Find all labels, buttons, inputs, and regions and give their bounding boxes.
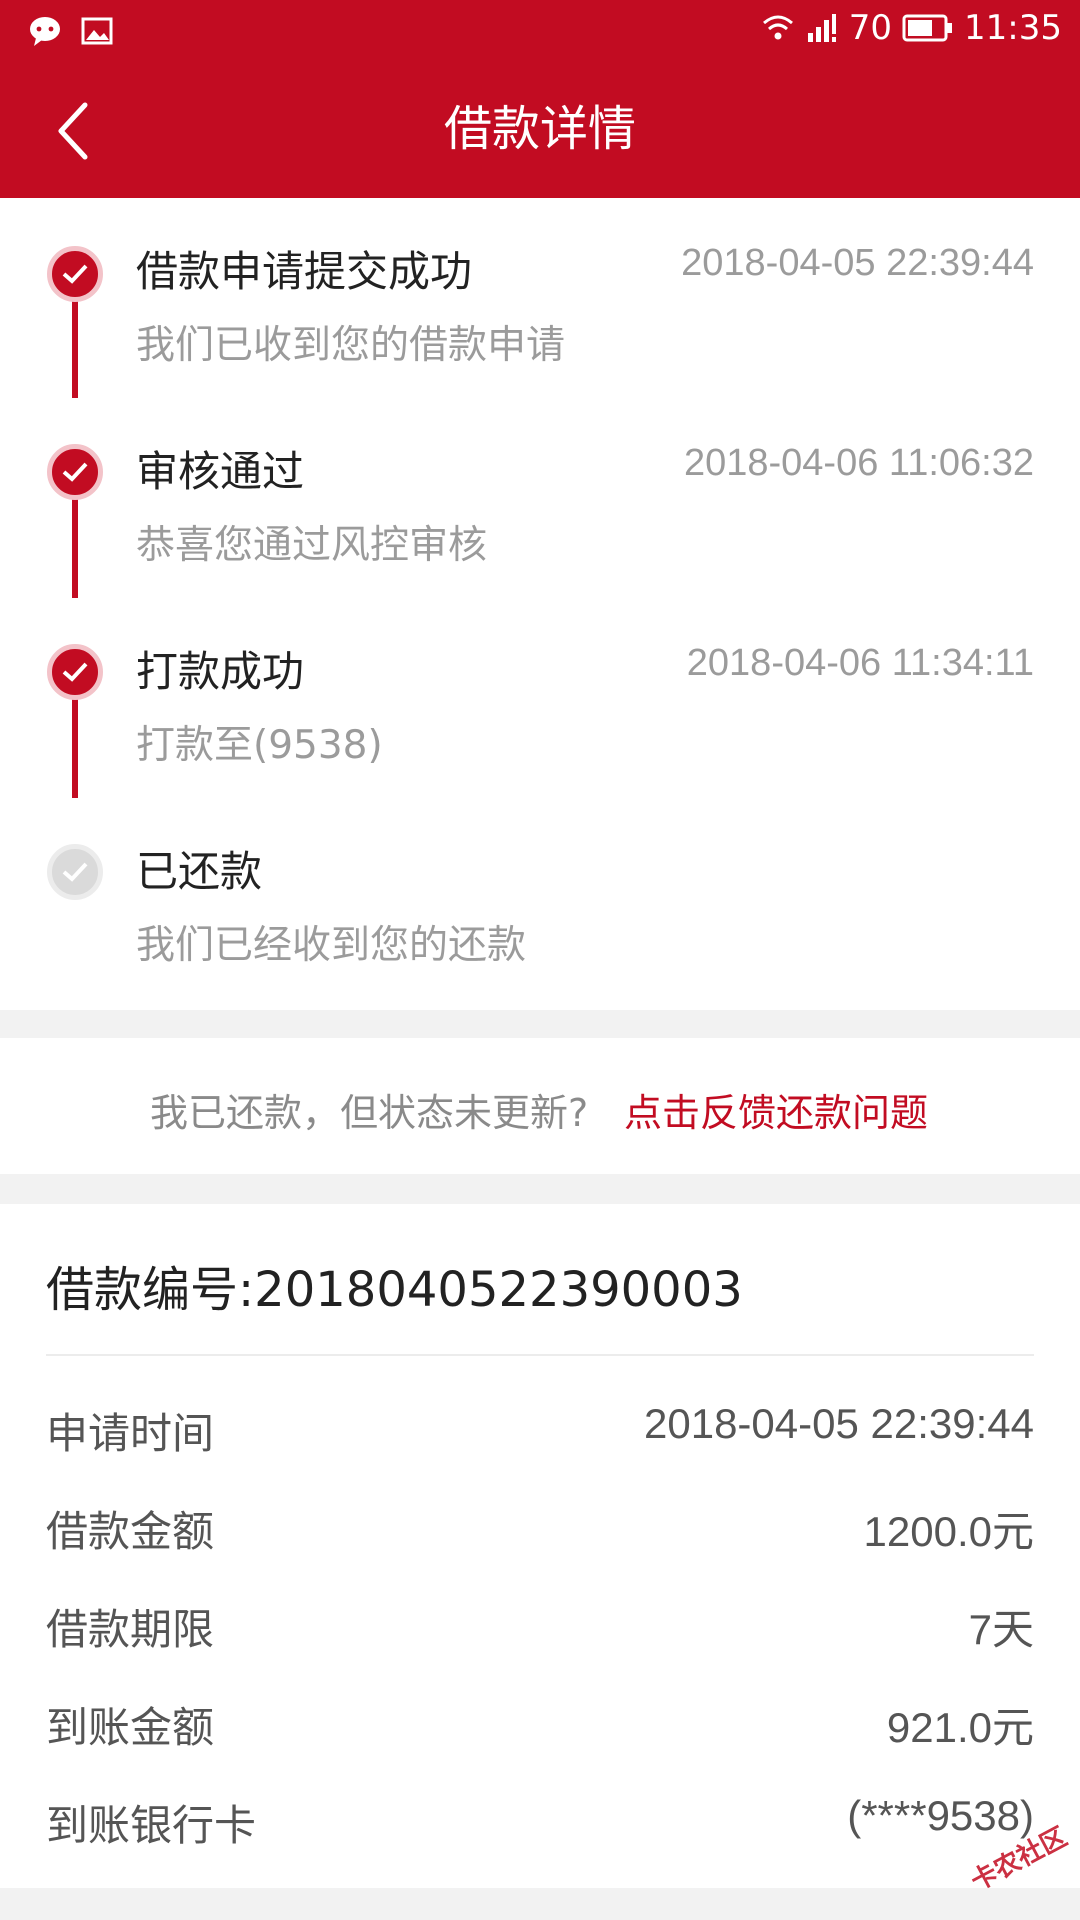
detail-label: 到账银行卡	[46, 1801, 257, 1850]
nav-bar: 借款详情	[0, 66, 1080, 198]
detail-value: 1200.0元	[863, 1508, 1034, 1555]
loan-number: 借款编号:2018040522390003	[46, 1262, 743, 1318]
detail-row: 到账金额 921.0元	[46, 1676, 1034, 1756]
step-desc: 打款至(9538)	[136, 723, 383, 768]
step-desc: 我们已经收到您的还款	[136, 923, 527, 968]
timeline-step: 借款申请提交成功 2018-04-05 22:39:44 我们已收到您的借款申请	[0, 198, 1080, 398]
page-title: 借款详情	[443, 101, 636, 157]
step-title: 打款成功	[136, 647, 305, 696]
detail-label: 到账金额	[46, 1703, 215, 1752]
clock: 11:35	[964, 8, 1062, 48]
detail-value: (****9538)	[847, 1792, 1034, 1839]
wifi-icon	[762, 15, 793, 40]
check-circle-icon	[47, 444, 103, 500]
chat-bubble-icon	[30, 17, 60, 46]
timeline-step: 已还款 我们已经收到您的还款	[0, 798, 1080, 998]
status-bar: 70 11:35	[0, 0, 1080, 66]
notification-icons	[28, 14, 114, 48]
detail-row: 借款金额 1200.0元	[46, 1480, 1034, 1560]
battery-percent: 70	[848, 8, 893, 48]
loan-details: 借款编号:2018040522390003 申请时间 2018-04-05 22…	[0, 1204, 1080, 1897]
detail-label: 申请时间	[46, 1409, 215, 1458]
timeline-step: 审核通过 2018-04-06 11:06:32 恭喜您通过风控审核	[0, 398, 1080, 598]
step-time: 2018-04-05 22:39:44	[681, 242, 1034, 284]
detail-row: 借款期限 7天	[46, 1578, 1034, 1658]
detail-value: 7天	[968, 1606, 1034, 1653]
status-right: 70 11:35	[761, 8, 1062, 48]
feedback-link[interactable]: 点击反馈还款问题	[624, 1082, 928, 1137]
check-circle-icon	[47, 644, 103, 700]
step-title: 已还款	[136, 847, 263, 896]
detail-label: 借款金额	[46, 1507, 215, 1556]
step-time: 2018-04-06 11:06:32	[683, 442, 1034, 484]
step-title: 借款申请提交成功	[136, 247, 473, 296]
timeline-step: 打款成功 2018-04-06 11:34:11 打款至(9538)	[0, 598, 1080, 798]
check-circle-icon	[47, 246, 103, 302]
detail-value: 2018-04-05 22:39:44	[644, 1400, 1034, 1447]
check-circle-icon	[47, 844, 103, 900]
step-desc: 恭喜您通过风控审核	[136, 523, 488, 568]
cellular-signal-icon	[807, 14, 836, 42]
feedback-question: 我已还款，但状态未更新?	[150, 1091, 589, 1135]
image-icon	[81, 17, 113, 45]
step-desc: 我们已收到您的借款申请	[136, 323, 566, 368]
detail-row: 到账银行卡 (****9538)	[46, 1774, 1034, 1854]
detail-value: 921.0元	[886, 1704, 1034, 1751]
detail-label: 借款期限	[46, 1605, 215, 1654]
step-title: 审核通过	[136, 447, 305, 496]
detail-row: 申请时间 2018-04-05 22:39:44	[46, 1382, 1034, 1462]
step-time: 2018-04-06 11:34:11	[686, 642, 1034, 684]
battery-icon	[902, 14, 953, 42]
repayment-feedback-bar: 我已还款，但状态未更新? 点击反馈还款问题	[0, 1038, 1080, 1174]
divider	[46, 1354, 1034, 1356]
progress-timeline: 借款申请提交成功 2018-04-05 22:39:44 我们已收到您的借款申请…	[0, 198, 1080, 1010]
